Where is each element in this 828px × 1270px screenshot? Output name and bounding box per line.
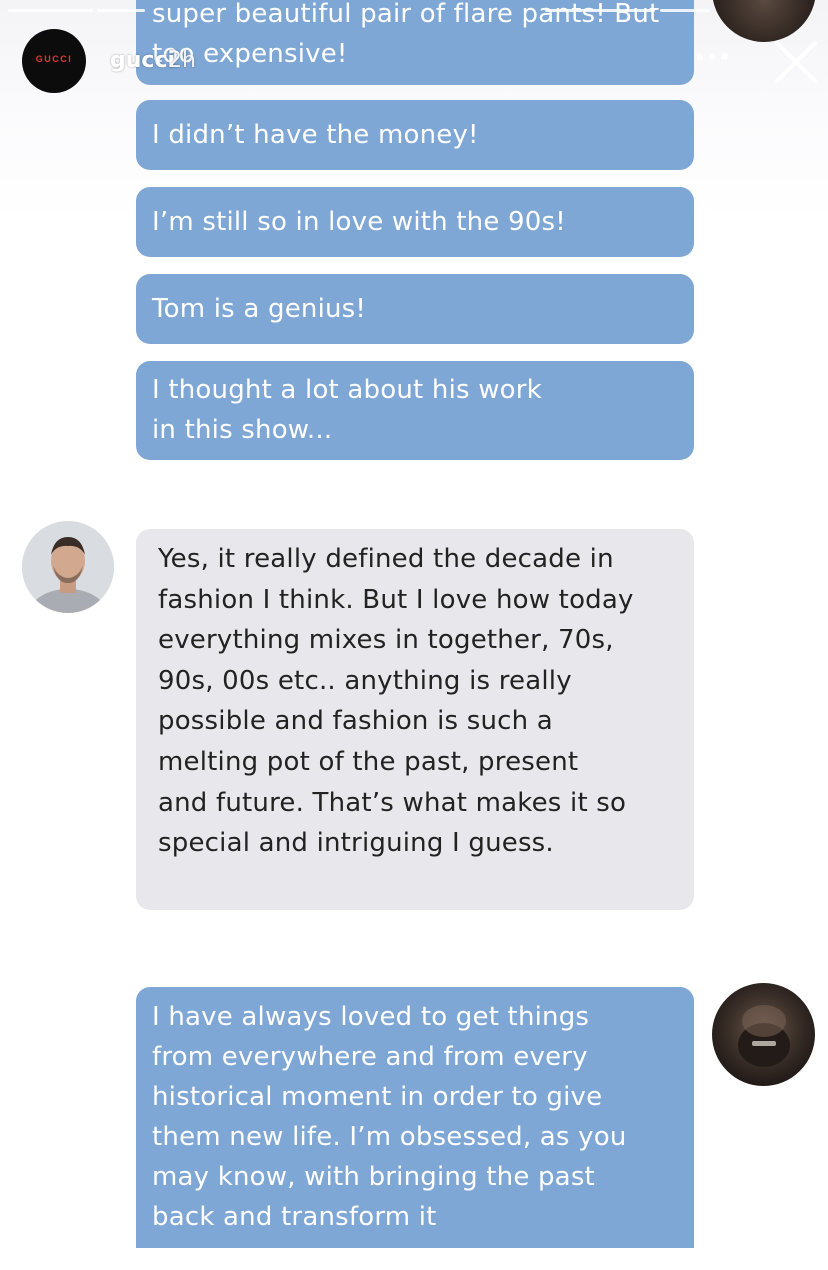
account-avatar[interactable]: GUCCI bbox=[22, 29, 86, 93]
account-logo-text: GUCCI bbox=[35, 54, 73, 64]
message-text: Yes, it really defined the decade in fas… bbox=[158, 544, 634, 859]
message-bubble: super beautiful pair of flare pants! But… bbox=[136, 0, 694, 85]
message-text: I have always loved to get things from e… bbox=[152, 1002, 627, 1232]
message-bubble: I thought a lot about his work in this s… bbox=[136, 361, 694, 460]
avatar-left bbox=[22, 521, 114, 613]
story-content: super beautiful pair of flare pants! But… bbox=[0, 0, 828, 1270]
message-bubble: I have always loved to get things from e… bbox=[136, 987, 694, 1270]
message-text: Tom is a genius! bbox=[152, 294, 367, 324]
message-text: I didn’t have the money! bbox=[152, 120, 479, 150]
message-text: super beautiful pair of flare pants! But… bbox=[152, 0, 660, 69]
reply-bubble: Yes, it really defined the decade in fas… bbox=[136, 529, 694, 910]
message-bubble: I didn’t have the money! bbox=[136, 100, 694, 170]
avatar-right bbox=[712, 983, 815, 1086]
message-text: I’m still so in love with the 90s! bbox=[152, 207, 566, 237]
message-bubble: Tom is a genius! bbox=[136, 274, 694, 344]
person-avatar-icon bbox=[22, 521, 114, 613]
close-button[interactable] bbox=[770, 36, 822, 88]
more-options-button[interactable]: ··· bbox=[694, 40, 731, 75]
person-avatar-icon bbox=[738, 1005, 790, 1067]
message-bubble: I’m still so in love with the 90s! bbox=[136, 187, 694, 257]
bottom-edge bbox=[0, 1248, 828, 1270]
message-text: I thought a lot about his work in this s… bbox=[152, 375, 542, 445]
close-icon bbox=[775, 41, 817, 83]
